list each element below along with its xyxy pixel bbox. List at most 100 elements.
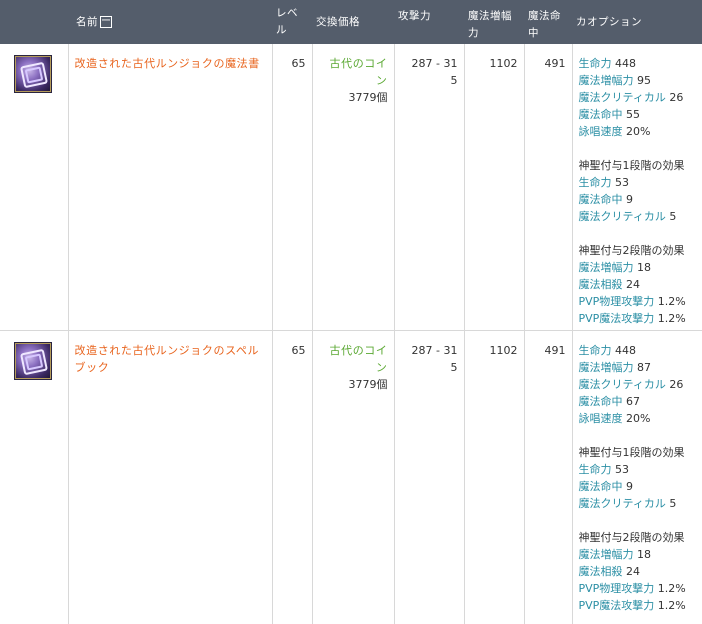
- header-options[interactable]: カオプション: [572, 0, 702, 44]
- header-attack[interactable]: 攻撃力: [394, 0, 464, 44]
- option-line: 詠唱速度 20%: [579, 123, 697, 140]
- option-line: PVP物理攻撃力 1.2%: [579, 293, 697, 310]
- option-name: PVP魔法攻撃力: [578, 312, 655, 325]
- price-cell: 古代のコイン 3779個: [312, 330, 395, 624]
- option-line: 魔法クリティカル 5: [579, 208, 697, 225]
- option-line: PVP魔法攻撃力 1.2%: [579, 310, 697, 327]
- option-line: 魔法クリティカル 5: [579, 495, 697, 512]
- option-value: 18: [637, 261, 651, 274]
- option-line: 魔法クリティカル 26: [579, 89, 697, 106]
- option-name: 生命力: [578, 462, 612, 476]
- option-line: 魔法命中 67: [579, 393, 697, 410]
- option-value: 448: [615, 343, 636, 357]
- option-line: 魔法命中 55: [579, 106, 697, 123]
- magic-amp-cell: 1102: [464, 330, 525, 624]
- option-value: 9: [626, 479, 633, 493]
- option-name: 生命力: [578, 57, 612, 70]
- option-line: 魔法増幅力 18: [579, 546, 697, 563]
- option-value: 67: [626, 394, 640, 408]
- option-name: 魔法命中: [578, 479, 623, 493]
- header-name[interactable]: 名前ー: [68, 0, 272, 44]
- magic-acc-cell: 491: [524, 330, 573, 624]
- option-value: 5: [669, 496, 677, 510]
- header-name-label: 名前: [76, 15, 98, 28]
- option-line: 魔法相殺 24: [579, 563, 697, 580]
- option-value: 55: [626, 108, 640, 121]
- option-value: 26: [669, 91, 684, 104]
- option-name: 魔法命中: [578, 394, 623, 408]
- options-cell: 生命力 448 魔法増幅力 95 魔法クリティカル 26 魔法命中 55 詠唱速度 20…: [572, 44, 702, 331]
- coin-count: 3779個: [348, 91, 388, 104]
- price-cell: 古代のコイン 3779個: [312, 44, 395, 331]
- collapse-toggle-icon[interactable]: ー: [100, 15, 112, 28]
- coin-link[interactable]: 古代のコイン: [319, 55, 388, 89]
- option-value: 24: [626, 278, 640, 291]
- option-value: 20%: [626, 411, 651, 425]
- option-name: 生命力: [578, 343, 612, 357]
- option-name: 魔法増幅力: [578, 74, 634, 87]
- option-line: 生命力 448: [579, 342, 697, 359]
- attack-value-line1: 287 - 31: [411, 57, 458, 70]
- name-cell: 改造された古代ルンジョクの魔法書: [68, 44, 273, 331]
- level-cell: 65: [272, 330, 313, 624]
- option-value: 1.2%: [657, 598, 686, 612]
- coin-count: 3779個: [348, 377, 388, 391]
- option-value: 18: [637, 547, 651, 561]
- table-row[interactable]: 改造された古代ルンジョクの魔法書 65 古代のコイン 3779個 287 - 3…: [0, 44, 702, 331]
- option-name: 魔法増幅力: [578, 360, 634, 374]
- header-price[interactable]: 交換価格: [312, 0, 394, 44]
- option-name: 生命力: [578, 176, 612, 189]
- enchant2-title: 神聖付与2段階の効果: [578, 530, 685, 544]
- option-name: PVP物理攻撃力: [578, 295, 655, 308]
- option-name: 魔法命中: [578, 108, 623, 121]
- option-value: 53: [615, 176, 629, 189]
- option-line: 生命力 53: [579, 174, 697, 191]
- option-line: 生命力 448: [579, 55, 697, 72]
- spellbook-icon[interactable]: [14, 341, 52, 380]
- enchant2-title: 神聖付与2段階の効果: [578, 244, 685, 257]
- option-name: 詠唱速度: [578, 125, 623, 138]
- option-name: 魔法クリティカル: [578, 377, 666, 391]
- option-name: PVP魔法攻撃力: [578, 598, 655, 612]
- magic-acc-cell: 491: [524, 44, 573, 331]
- option-name: 魔法増幅力: [578, 261, 634, 274]
- option-value: 1.2%: [657, 581, 686, 595]
- table-row[interactable]: 改造された古代ルンジョクのスペルブック 65 古代のコイン 3779個 287 …: [0, 330, 702, 624]
- option-line: 魔法増幅力 87: [579, 359, 697, 376]
- level-cell: 65: [272, 44, 313, 331]
- option-value: 5: [669, 210, 677, 223]
- spellbook-icon[interactable]: [14, 55, 52, 93]
- option-value: 1.2%: [657, 312, 686, 325]
- header-level[interactable]: レベル: [272, 0, 312, 44]
- item-name-link[interactable]: 改造された古代ルンジョクの魔法書: [75, 55, 266, 72]
- option-line: 魔法クリティカル 26: [579, 376, 697, 393]
- option-line: 魔法増幅力 95: [579, 72, 697, 89]
- header-icon-col: [0, 0, 68, 44]
- enchant1-title: 神聖付与1段階の効果: [578, 159, 685, 172]
- table-header: 名前ー レベル 交換価格 攻撃力 魔法増幅力 魔法命中 カオプション: [0, 0, 702, 44]
- option-line: PVP魔法攻撃力 1.2%: [579, 597, 697, 614]
- option-name: 魔法クリティカル: [578, 210, 666, 223]
- enchant1-title: 神聖付与1段階の効果: [578, 445, 685, 459]
- option-name: 魔法クリティカル: [578, 91, 666, 104]
- header-magic-amp[interactable]: 魔法増幅力: [464, 0, 524, 44]
- option-value: 87: [637, 360, 651, 374]
- item-name-link[interactable]: 改造された古代ルンジョクのスペルブック: [75, 342, 266, 376]
- item-table: 名前ー レベル 交換価格 攻撃力 魔法増幅力 魔法命中 カオプション 改造された…: [0, 0, 702, 624]
- option-value: 24: [626, 564, 640, 578]
- option-value: 1.2%: [657, 295, 686, 308]
- option-name: 魔法増幅力: [578, 547, 634, 561]
- option-value: 53: [615, 462, 629, 476]
- attack-value-line2: 5: [450, 74, 458, 87]
- option-value: 95: [637, 74, 651, 87]
- option-value: 20%: [626, 125, 651, 138]
- header-magic-acc[interactable]: 魔法命中: [524, 0, 572, 44]
- option-name: PVP物理攻撃力: [578, 581, 655, 595]
- option-line: 魔法命中 9: [579, 191, 697, 208]
- attack-value-line2: 5: [450, 360, 458, 374]
- option-line: PVP物理攻撃力 1.2%: [579, 580, 697, 597]
- magic-amp-cell: 1102: [464, 44, 525, 331]
- coin-link[interactable]: 古代のコイン: [319, 342, 388, 376]
- icon-cell: [0, 44, 69, 331]
- attack-value-line1: 287 - 31: [411, 343, 458, 357]
